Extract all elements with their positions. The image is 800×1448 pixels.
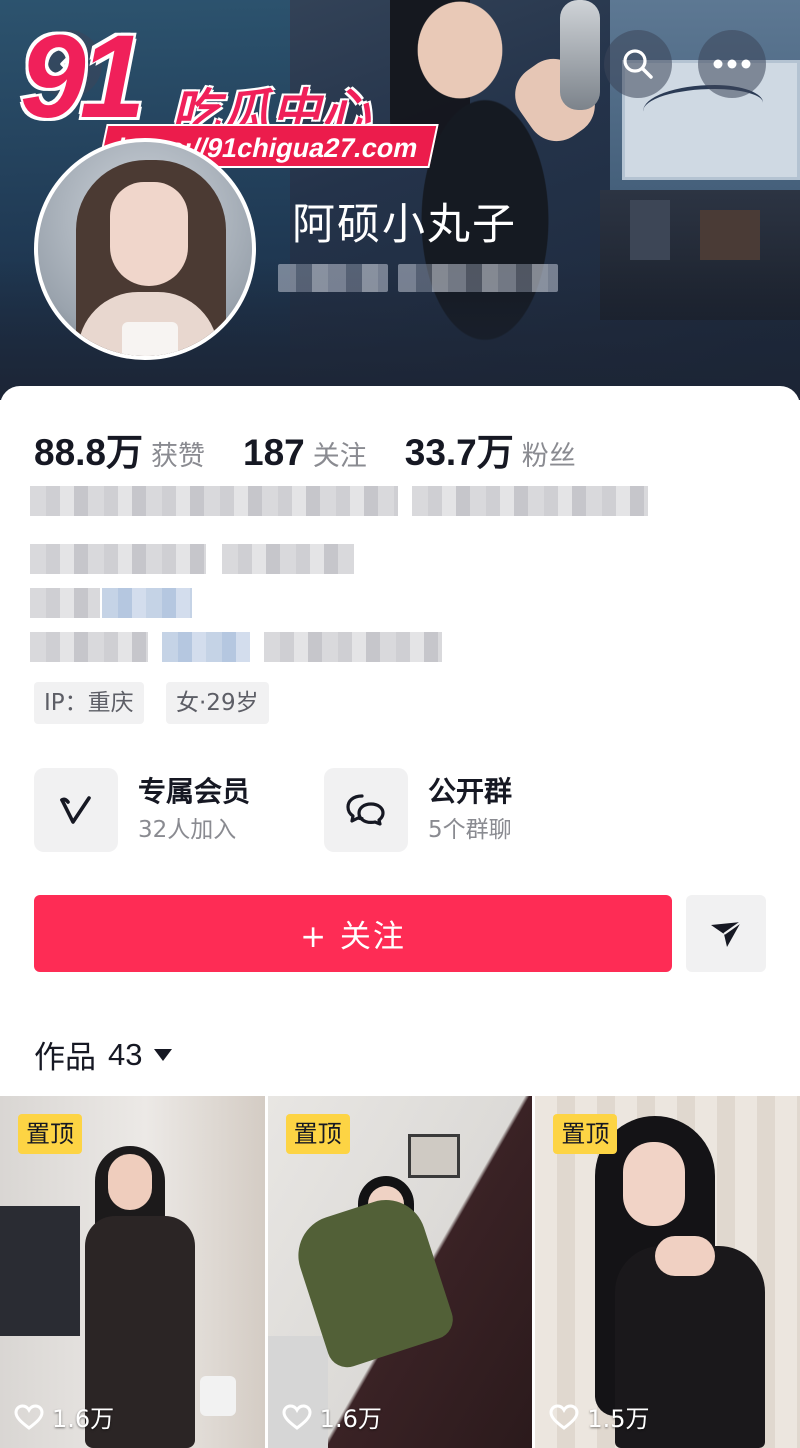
pinned-badge: 置顶: [553, 1114, 618, 1154]
heart-icon: [549, 1403, 579, 1430]
blurred-bio-line: [30, 544, 206, 574]
works-count: 43: [108, 1036, 143, 1072]
search-icon: [623, 49, 653, 79]
heart-icon: [282, 1403, 312, 1430]
blurred-bio-line: [30, 588, 100, 618]
feature-group-chat[interactable]: 公开群 5个群聊: [324, 768, 512, 852]
stats-row: 88.8万 获赞 187 关注 33.7万 粉丝: [34, 422, 614, 476]
blurred-bio-line: [30, 486, 398, 516]
stat-label: 关注: [312, 441, 367, 472]
send-icon: [711, 920, 742, 947]
blurred-bio-link: [102, 588, 192, 618]
stat-label: 粉丝: [521, 441, 576, 472]
stat-value: 88.8万: [34, 432, 144, 473]
caret-down-icon: [154, 1048, 173, 1061]
share-button[interactable]: [686, 895, 766, 972]
blurred-user-id-2: [398, 264, 558, 292]
video-tile[interactable]: 置顶 1.6万: [0, 1096, 265, 1448]
blurred-bio-line: [30, 632, 148, 662]
v-icon: [60, 796, 91, 824]
blurred-bio-link: [162, 632, 250, 662]
blurred-bio-line: [412, 486, 648, 516]
video-likes: 1.6万: [282, 1399, 382, 1434]
video-likes: 1.6万: [14, 1399, 114, 1434]
stat-value: 33.7万: [404, 432, 514, 473]
works-label: 作品: [34, 1040, 96, 1076]
stat-value: 187: [243, 432, 305, 473]
stat-label: 获赞: [151, 441, 206, 472]
feature-subtitle: 5个群聊: [428, 817, 512, 843]
stat-likes[interactable]: 88.8万 获赞: [34, 422, 205, 476]
watermark-logo: 91 吃瓜中心 https://91chigua27.com: [20, 11, 439, 168]
likes-count: 1.5万: [587, 1405, 650, 1433]
video-tile[interactable]: 置顶 1.5万: [535, 1096, 800, 1448]
more-button[interactable]: [698, 30, 766, 98]
video-grid: 置顶 1.6万 置顶 1.6万 置顶 1.5万: [0, 1096, 800, 1448]
more-dots-icon: [713, 59, 751, 69]
feature-title: 公开群: [428, 775, 513, 808]
likes-count: 1.6万: [52, 1405, 115, 1433]
pinned-badge: 置顶: [18, 1114, 82, 1154]
feature-subtitle: 32人加入: [138, 817, 237, 843]
ip-tag: IP：重庆: [34, 682, 144, 724]
follow-button[interactable]: + 关注: [34, 895, 672, 972]
avatar[interactable]: [34, 138, 256, 360]
username: 阿硕小丸子: [292, 200, 517, 250]
blurred-bio-line: [222, 544, 354, 574]
watermark-number: 91: [20, 11, 145, 143]
profile-card: 88.8万 获赞 187 关注 33.7万 粉丝 IP：重庆 女·29岁 专属会…: [0, 386, 800, 1448]
works-tab[interactable]: 作品 43: [34, 1032, 173, 1077]
stat-followers[interactable]: 33.7万 粉丝: [405, 422, 576, 476]
pinned-badge: 置顶: [285, 1114, 350, 1154]
likes-count: 1.6万: [319, 1405, 382, 1433]
blurred-bio-line: [264, 632, 442, 662]
search-button[interactable]: [604, 30, 672, 98]
feature-membership[interactable]: 专属会员 32人加入: [34, 768, 250, 852]
video-likes: 1.5万: [549, 1399, 650, 1434]
blurred-user-id: [278, 264, 388, 292]
chat-bubbles-icon: [346, 794, 385, 826]
video-tile[interactable]: 置顶 1.6万: [267, 1096, 533, 1448]
heart-icon: [14, 1403, 44, 1430]
gender-age-tag: 女·29岁: [166, 682, 269, 724]
feature-title: 专属会员: [138, 775, 251, 808]
stat-following[interactable]: 187 关注: [243, 432, 367, 474]
